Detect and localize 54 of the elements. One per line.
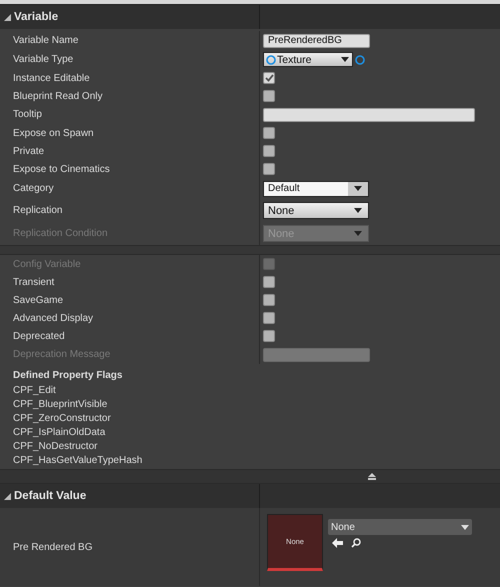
- checkbox[interactable]: [263, 72, 275, 84]
- pin-icon: [266, 54, 276, 64]
- flag-label: CPF_NoDestructor: [13, 440, 98, 453]
- flag-label: CPF_IsPlainOldData: [13, 426, 106, 439]
- property-label: Pre Rendered BG: [13, 542, 92, 552]
- asset-dropdown[interactable]: None: [328, 519, 472, 535]
- collapse-arrow-icon[interactable]: [4, 492, 11, 500]
- property-label: Tooltip: [13, 109, 42, 120]
- property-label: Category: [13, 183, 54, 194]
- dropdown[interactable]: None: [263, 202, 369, 219]
- type-dropdown[interactable]: Texture: [263, 52, 353, 67]
- caret-icon: [354, 186, 362, 191]
- property-label: Variable Type: [13, 54, 74, 65]
- pin-icon: [355, 54, 365, 64]
- flag-label: CPF_HasGetValueTypeHash: [13, 454, 142, 467]
- collapse-arrow-icon[interactable]: [4, 14, 11, 20]
- property-label: SaveGame: [13, 294, 64, 306]
- text-field[interactable]: [263, 108, 475, 122]
- property-label: Replication Condition: [13, 228, 108, 239]
- caret-icon: [354, 208, 362, 213]
- checkbox[interactable]: [263, 145, 275, 157]
- checkbox[interactable]: [263, 276, 275, 288]
- caret-icon: [461, 524, 469, 530]
- caret-icon: [354, 231, 362, 236]
- checkbox[interactable]: [263, 294, 275, 306]
- checkbox[interactable]: [263, 127, 275, 139]
- flag-label: CPF_ZeroConstructor: [13, 412, 111, 425]
- caret-icon: [341, 57, 349, 62]
- property-label: Expose on Spawn: [13, 128, 94, 138]
- arrow-left-icon[interactable]: [332, 538, 343, 548]
- property-label: Deprecation Message: [13, 349, 110, 360]
- search-icon[interactable]: [351, 538, 361, 548]
- checkbox[interactable]: [263, 330, 275, 342]
- flags-heading: Defined Property Flags: [13, 368, 124, 382]
- checkbox[interactable]: [263, 90, 275, 102]
- flag-label: CPF_BlueprintVisible: [13, 398, 108, 411]
- property-label: Private: [13, 146, 44, 156]
- section-title: Default Value: [14, 490, 86, 502]
- property-label: Transient: [13, 276, 54, 288]
- property-label: Config Variable: [13, 258, 81, 270]
- property-label: Deprecated: [13, 330, 65, 342]
- property-label: Expose to Cinematics: [13, 164, 110, 174]
- property-label: Advanced Display: [13, 312, 94, 324]
- property-label: Instance Editable: [13, 72, 90, 84]
- flag-label: CPF_Edit: [13, 384, 56, 397]
- category-combo-box[interactable]: Default: [263, 180, 369, 196]
- checkbox[interactable]: [263, 312, 275, 324]
- property-label: Variable Name: [13, 35, 78, 46]
- property-label: Blueprint Read Only: [13, 90, 102, 102]
- section-title: Variable: [14, 11, 58, 23]
- property-label: Replication: [13, 205, 62, 216]
- text-field[interactable]: PreRenderedBG: [263, 34, 370, 48]
- collapse-advanced-icon[interactable]: [367, 473, 377, 480]
- checkbox[interactable]: [263, 163, 275, 175]
